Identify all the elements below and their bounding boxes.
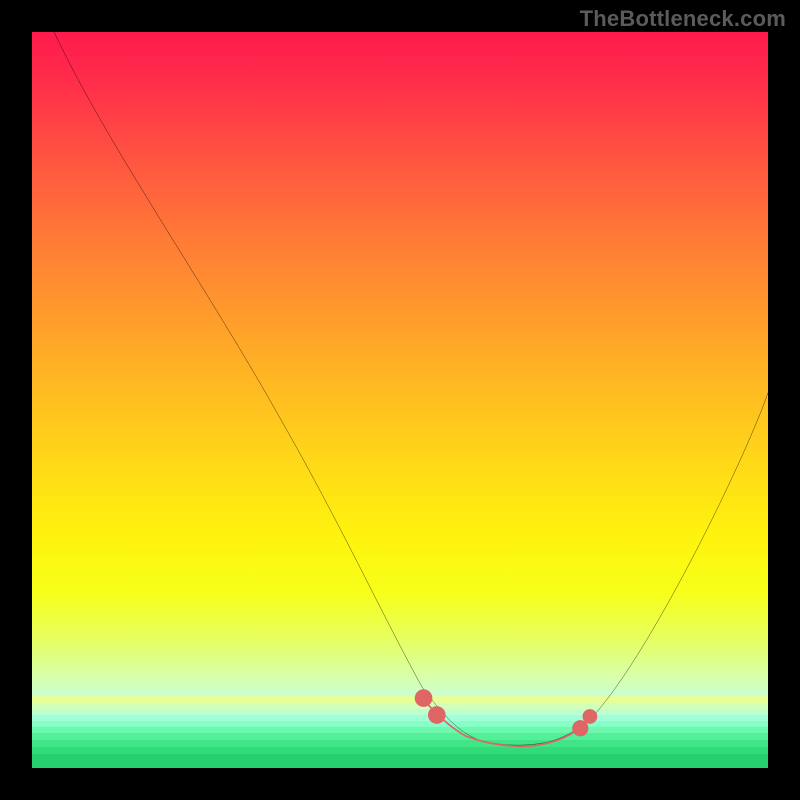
plot-area xyxy=(32,32,768,768)
highlight-dot xyxy=(428,706,446,724)
highlight-path xyxy=(422,698,591,746)
watermark-text: TheBottleneck.com xyxy=(580,6,786,32)
chart-frame: TheBottleneck.com xyxy=(0,0,800,800)
highlight-dot xyxy=(415,689,433,707)
highlight-segment xyxy=(32,32,768,768)
highlight-dot xyxy=(583,709,598,724)
